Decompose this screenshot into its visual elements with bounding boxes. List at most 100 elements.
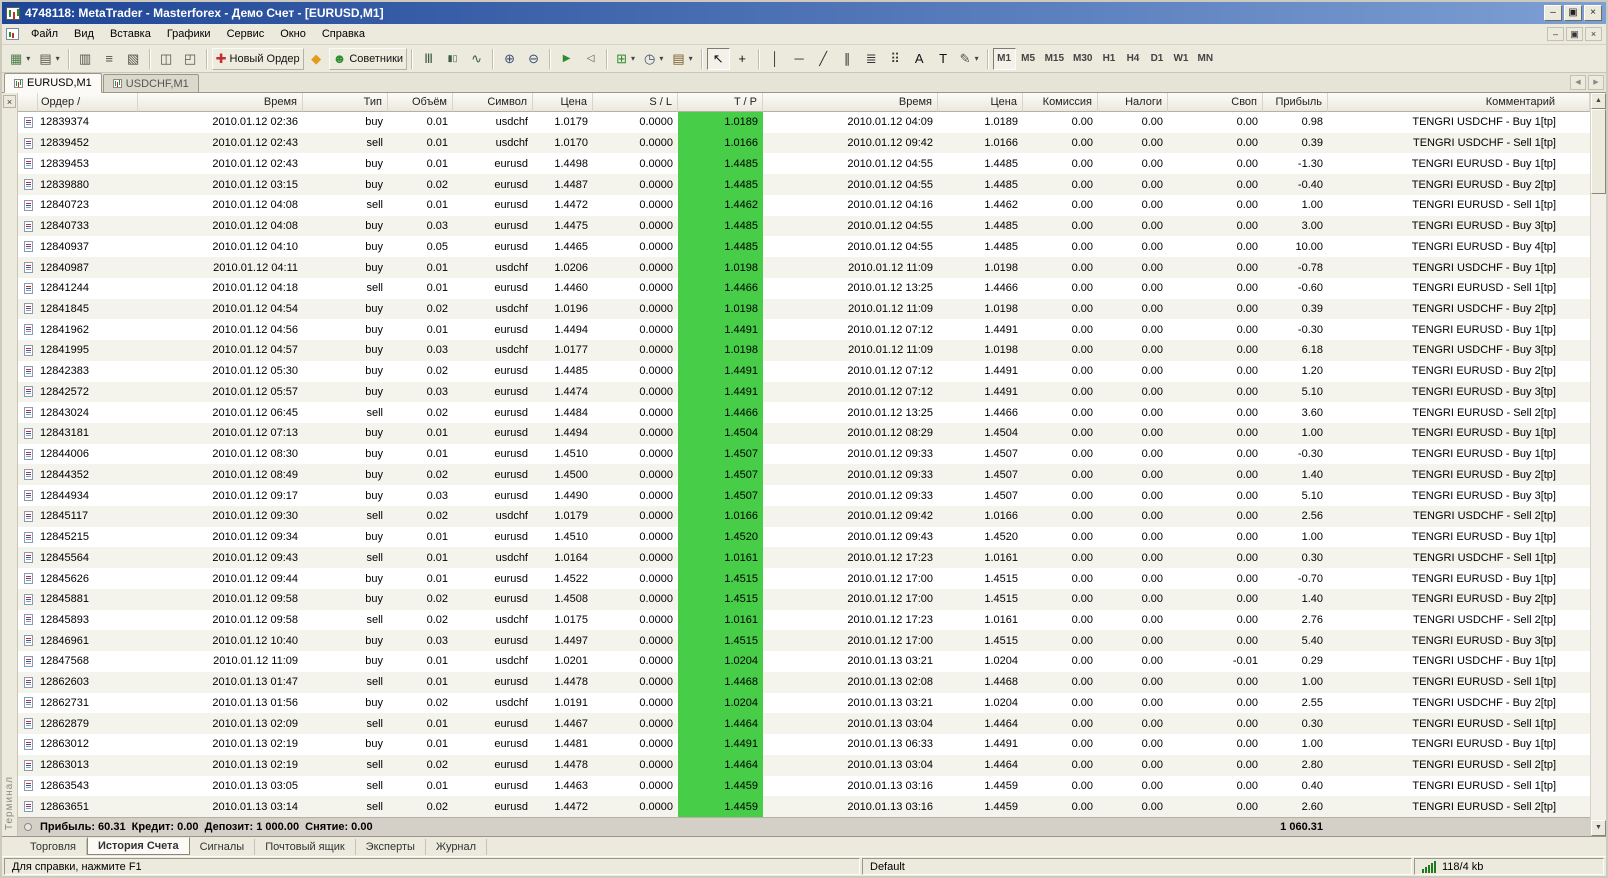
table-row[interactable]: 128409372010.01.12 04:10buy0.05eurusd1.4… bbox=[18, 236, 1590, 257]
terminal-tab-account-history[interactable]: История Счета bbox=[87, 837, 190, 855]
table-row[interactable]: 128423832010.01.12 05:30buy0.02eurusd1.4… bbox=[18, 361, 1590, 382]
terminal-tab-signals[interactable]: Сигналы bbox=[190, 839, 256, 855]
vertical-scrollbar[interactable]: ▲ ▼ bbox=[1590, 93, 1606, 836]
column-header-order[interactable]: Ордер / bbox=[38, 93, 138, 112]
table-row[interactable]: 128458932010.01.12 09:58sell0.02usdchf1.… bbox=[18, 610, 1590, 631]
market-watch-button[interactable]: ▥ bbox=[74, 48, 97, 70]
close-button[interactable]: × bbox=[1584, 5, 1602, 21]
column-header-type[interactable]: Тип bbox=[303, 93, 388, 112]
child-minimize-button[interactable]: – bbox=[1547, 27, 1564, 41]
cursor-button[interactable]: ↖ bbox=[707, 48, 730, 70]
terminal-tab-trade[interactable]: Торговля bbox=[20, 839, 87, 855]
templates-button[interactable]: ▤▾ bbox=[668, 48, 696, 70]
table-row[interactable]: 128636512010.01.13 03:14sell0.02eurusd1.… bbox=[18, 796, 1590, 817]
profiles-button[interactable]: ▤▾ bbox=[35, 48, 63, 70]
horizontal-line-button[interactable]: ─ bbox=[788, 48, 811, 70]
timeframe-h1-button[interactable]: H1 bbox=[1097, 48, 1120, 70]
column-header-close-price[interactable]: Цена bbox=[938, 93, 1023, 112]
crosshair-button[interactable]: + bbox=[731, 48, 754, 70]
column-header-volume[interactable]: Объём bbox=[388, 93, 453, 112]
navigator-button[interactable]: ▧ bbox=[122, 48, 145, 70]
table-row[interactable]: 128407332010.01.12 04:08buy0.03eurusd1.4… bbox=[18, 216, 1590, 237]
table-row[interactable]: 128451172010.01.12 09:30sell0.02usdchf1.… bbox=[18, 506, 1590, 527]
table-row[interactable]: 128394532010.01.12 02:43buy0.01eurusd1.4… bbox=[18, 153, 1590, 174]
vertical-line-button[interactable]: │ bbox=[764, 48, 787, 70]
table-row[interactable]: 128394522010.01.12 02:43sell0.01usdchf1.… bbox=[18, 133, 1590, 154]
table-row[interactable]: 128407232010.01.12 04:08sell0.01eurusd1.… bbox=[18, 195, 1590, 216]
column-header-commission[interactable]: Комиссия bbox=[1023, 93, 1098, 112]
column-header-comment[interactable]: Комментарий bbox=[1328, 93, 1590, 112]
table-row[interactable]: 128425722010.01.12 05:57buy0.03eurusd1.4… bbox=[18, 382, 1590, 403]
chart-tab-eurusd-m1[interactable]: EURUSD,M1 bbox=[4, 73, 102, 93]
menu-item-6[interactable]: Справка bbox=[314, 25, 373, 43]
text-label-button[interactable]: T bbox=[932, 48, 955, 70]
table-row[interactable]: 128409872010.01.12 04:11buy0.01usdchf1.0… bbox=[18, 257, 1590, 278]
metaeditor-button[interactable]: ◆ bbox=[305, 48, 328, 70]
indicators-button[interactable]: ⊞▾ bbox=[612, 48, 639, 70]
table-row[interactable]: 128626032010.01.13 01:47sell0.01eurusd1.… bbox=[18, 672, 1590, 693]
table-row[interactable]: 128630132010.01.13 02:19sell0.02eurusd1.… bbox=[18, 755, 1590, 776]
table-row[interactable]: 128635432010.01.13 03:05sell0.01eurusd1.… bbox=[18, 776, 1590, 797]
table-row[interactable]: 128458812010.01.12 09:58buy0.02eurusd1.4… bbox=[18, 589, 1590, 610]
table-row[interactable]: 128419952010.01.12 04:57buy0.03usdchf1.0… bbox=[18, 340, 1590, 361]
child-restore-button[interactable]: ▣ bbox=[1566, 27, 1583, 41]
terminal-close-button[interactable]: × bbox=[3, 95, 16, 108]
table-row[interactable]: 128431812010.01.12 07:13buy0.01eurusd1.4… bbox=[18, 423, 1590, 444]
table-row[interactable]: 128475682010.01.12 11:09buy0.01usdchf1.0… bbox=[18, 651, 1590, 672]
table-row[interactable]: 128419622010.01.12 04:56buy0.01eurusd1.4… bbox=[18, 319, 1590, 340]
minimize-button[interactable]: – bbox=[1544, 5, 1562, 21]
timeframe-mn-button[interactable]: MN bbox=[1193, 48, 1217, 70]
shapes-button[interactable]: ⠿ bbox=[884, 48, 907, 70]
table-row[interactable]: 128440062010.01.12 08:30buy0.01eurusd1.4… bbox=[18, 444, 1590, 465]
zoom-in-button[interactable]: ⊕ bbox=[498, 48, 521, 70]
experts-button[interactable]: ☻Советники bbox=[329, 48, 407, 70]
text-button[interactable]: A bbox=[908, 48, 931, 70]
zoom-out-button[interactable]: ⊖ bbox=[522, 48, 545, 70]
scroll-track[interactable] bbox=[1591, 194, 1606, 820]
tab-scroll-right-button[interactable]: ▶ bbox=[1588, 75, 1604, 90]
table-row[interactable]: 128455642010.01.12 09:43sell0.01usdchf1.… bbox=[18, 547, 1590, 568]
menu-item-4[interactable]: Сервис bbox=[219, 25, 273, 43]
column-header-close-time[interactable]: Время bbox=[763, 93, 938, 112]
column-header-open-time[interactable]: Время bbox=[138, 93, 303, 112]
data-window-button[interactable]: ≡ bbox=[98, 48, 121, 70]
tab-scroll-left-button[interactable]: ◀ bbox=[1570, 75, 1586, 90]
column-header-swap[interactable]: Своп bbox=[1168, 93, 1263, 112]
table-row[interactable]: 128443522010.01.12 08:49buy0.02eurusd1.4… bbox=[18, 464, 1590, 485]
table-row[interactable]: 128449342010.01.12 09:17buy0.03eurusd1.4… bbox=[18, 485, 1590, 506]
chart-tab-usdchf-m1[interactable]: USDCHF,M1 bbox=[103, 74, 199, 92]
candlestick-chart-button[interactable]: ▮▯ bbox=[441, 48, 464, 70]
status-profile[interactable]: Default bbox=[862, 858, 1412, 875]
menu-item-3[interactable]: Графики bbox=[159, 25, 219, 43]
table-row[interactable]: 128393742010.01.12 02:36buy0.01usdchf1.0… bbox=[18, 112, 1590, 133]
terminal-tab-experts[interactable]: Эксперты bbox=[356, 839, 426, 855]
terminal-button[interactable]: ◫ bbox=[155, 48, 178, 70]
table-row[interactable]: 128412442010.01.12 04:18sell0.01eurusd1.… bbox=[18, 278, 1590, 299]
table-row[interactable]: 128430242010.01.12 06:45sell0.02eurusd1.… bbox=[18, 402, 1590, 423]
column-header-profit[interactable]: Прибыль bbox=[1263, 93, 1328, 112]
column-header-tp[interactable]: T / P bbox=[678, 93, 763, 112]
table-row[interactable]: 128469612010.01.12 10:40buy0.03eurusd1.4… bbox=[18, 630, 1590, 651]
menu-item-0[interactable]: Файл bbox=[23, 25, 66, 43]
table-row[interactable]: 128452152010.01.12 09:34buy0.01eurusd1.4… bbox=[18, 527, 1590, 548]
column-header-open-price[interactable]: Цена bbox=[533, 93, 593, 112]
table-row[interactable]: 128398802010.01.12 03:15buy0.02eurusd1.4… bbox=[18, 174, 1590, 195]
column-header-symbol[interactable]: Символ bbox=[453, 93, 533, 112]
menu-item-2[interactable]: Вставка bbox=[102, 25, 159, 43]
table-row[interactable]: 128627312010.01.13 01:56buy0.02usdchf1.0… bbox=[18, 693, 1590, 714]
child-close-button[interactable]: × bbox=[1585, 27, 1602, 41]
scroll-thumb[interactable] bbox=[1591, 109, 1606, 194]
line-chart-button[interactable]: ∿ bbox=[465, 48, 488, 70]
restore-button[interactable]: ▣ bbox=[1564, 5, 1582, 21]
chart-shift-button[interactable]: ◁ bbox=[579, 48, 602, 70]
timeframe-w1-button[interactable]: W1 bbox=[1169, 48, 1192, 70]
fibonacci-button[interactable]: ≣ bbox=[860, 48, 883, 70]
channel-button[interactable]: ∥ bbox=[836, 48, 859, 70]
new-chart-button[interactable]: ▦▾ bbox=[6, 48, 34, 70]
bar-chart-button[interactable]: Ⅲ bbox=[417, 48, 440, 70]
strategy-tester-button[interactable]: ◰ bbox=[179, 48, 202, 70]
timeframe-m1-button[interactable]: M1 bbox=[993, 48, 1016, 70]
terminal-tab-journal[interactable]: Журнал bbox=[426, 839, 487, 855]
table-row[interactable]: 128628792010.01.13 02:09sell0.01eurusd1.… bbox=[18, 713, 1590, 734]
column-header-taxes[interactable]: Налоги bbox=[1098, 93, 1168, 112]
